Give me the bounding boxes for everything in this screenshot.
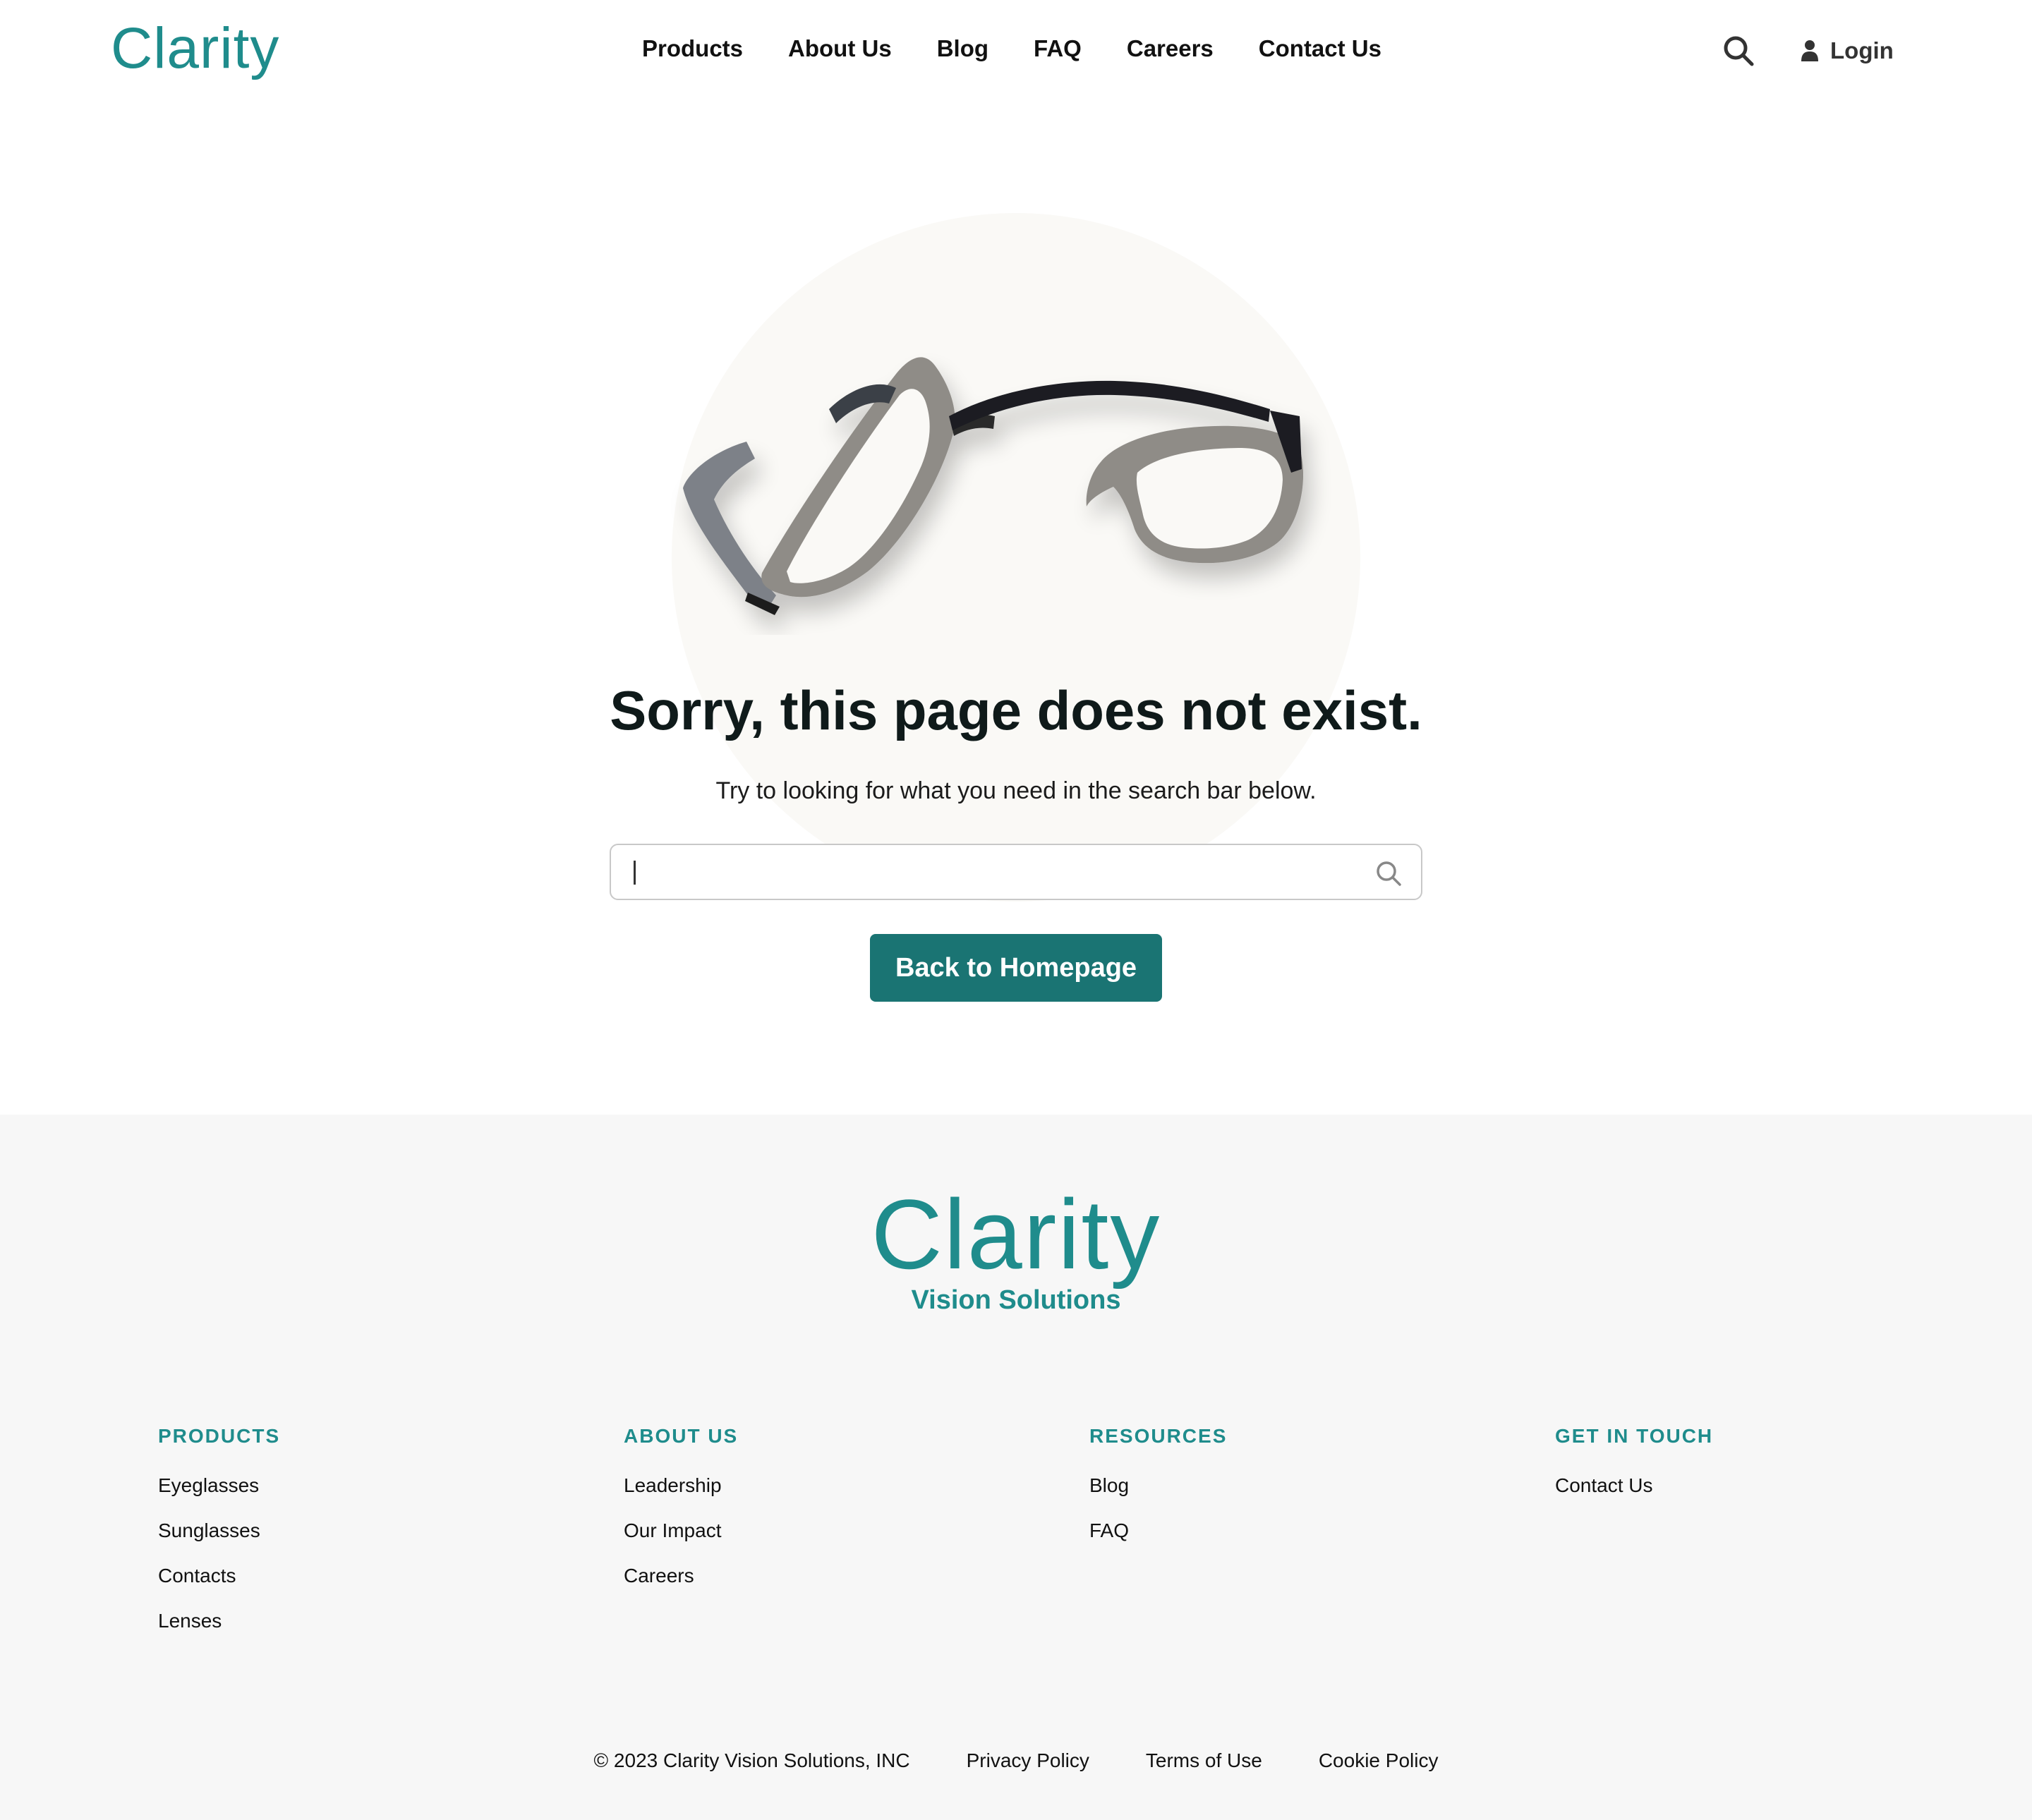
footer-link-faq[interactable]: FAQ <box>1089 1517 1456 1545</box>
search-input[interactable] <box>631 845 1350 899</box>
footer-link-contacts[interactable]: Contacts <box>158 1562 525 1590</box>
nav-about-us[interactable]: About Us <box>788 35 892 62</box>
footer-tagline: Vision Solutions <box>911 1285 1121 1315</box>
footer-link-careers[interactable]: Careers <box>624 1562 991 1590</box>
footer-heading: GET IN TOUCH <box>1555 1425 1714 1447</box>
footer-link-lenses[interactable]: Lenses <box>158 1607 525 1635</box>
nav-contact-us[interactable]: Contact Us <box>1259 35 1381 62</box>
search-icon[interactable] <box>1722 34 1755 68</box>
footer-logo[interactable]: Clarity <box>0 1178 2032 1291</box>
login-button[interactable]: Login <box>1801 34 1894 68</box>
privacy-policy-link[interactable]: Privacy Policy <box>967 1749 1089 1772</box>
header-logo[interactable]: Clarity <box>111 16 279 82</box>
nav-blog[interactable]: Blog <box>937 35 988 62</box>
footer-column-products: PRODUCTS Eyeglasses Sunglasses Contacts … <box>158 1422 525 1652</box>
footer-column-resources: RESOURCES Blog FAQ <box>1089 1422 1456 1562</box>
broken-glasses-image <box>683 357 1304 615</box>
footer-link-blog[interactable]: Blog <box>1089 1472 1456 1500</box>
main-nav: Products About Us Blog FAQ Careers Conta… <box>642 35 1381 62</box>
nav-products[interactable]: Products <box>642 35 743 62</box>
site-header: Clarity Products About Us Blog FAQ Caree… <box>0 0 2032 103</box>
page-root: Clarity Products About Us Blog FAQ Caree… <box>0 0 2032 1820</box>
footer-column-about-us: ABOUT US Leadership Our Impact Careers <box>624 1422 991 1607</box>
site-footer: Clarity Vision Solutions PRODUCTS Eyegla… <box>0 1115 2032 1820</box>
search-icon[interactable] <box>1374 859 1403 887</box>
nav-careers[interactable]: Careers <box>1127 35 1214 62</box>
user-icon <box>1801 40 1818 61</box>
search-field[interactable] <box>610 844 1422 900</box>
footer-link-contact-us[interactable]: Contact Us <box>1555 1472 1922 1500</box>
footer-heading: ABOUT US <box>624 1425 739 1447</box>
footer-legal-bar: © 2023 Clarity Vision Solutions, INC Pri… <box>0 1749 2032 1772</box>
cookie-policy-link[interactable]: Cookie Policy <box>1319 1749 1439 1772</box>
back-to-homepage-button[interactable]: Back to Homepage <box>870 934 1162 1002</box>
footer-link-eyeglasses[interactable]: Eyeglasses <box>158 1472 525 1500</box>
footer-link-sunglasses[interactable]: Sunglasses <box>158 1517 525 1545</box>
text-cursor <box>634 861 636 885</box>
nav-faq[interactable]: FAQ <box>1034 35 1082 62</box>
copyright-text: © 2023 Clarity Vision Solutions, INC <box>593 1749 910 1771</box>
footer-link-leadership[interactable]: Leadership <box>624 1472 991 1500</box>
footer-column-get-in-touch: GET IN TOUCH Contact Us <box>1555 1422 1922 1517</box>
login-label: Login <box>1830 37 1894 63</box>
footer-link-our-impact[interactable]: Our Impact <box>624 1517 991 1545</box>
page-title: Sorry, this page does not exist. <box>610 679 1422 741</box>
terms-of-use-link[interactable]: Terms of Use <box>1146 1749 1262 1772</box>
page-subtitle: Try to looking for what you need in the … <box>715 777 1317 804</box>
footer-heading: PRODUCTS <box>158 1425 281 1447</box>
footer-heading: RESOURCES <box>1089 1425 1228 1447</box>
